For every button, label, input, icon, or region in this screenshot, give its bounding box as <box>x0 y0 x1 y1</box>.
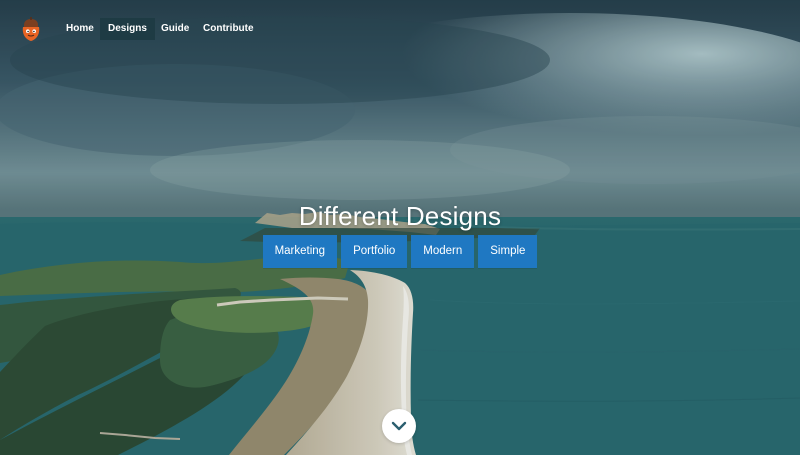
acorn-logo-icon[interactable] <box>18 17 44 43</box>
chevron-down-icon <box>391 421 407 431</box>
top-navigation: Home Designs Guide Contribute <box>0 0 800 56</box>
nav-contribute[interactable]: Contribute <box>195 18 262 40</box>
nav-designs[interactable]: Designs <box>100 18 155 40</box>
scroll-down-button[interactable] <box>382 409 416 443</box>
simple-button[interactable]: Simple <box>478 235 538 268</box>
modern-button[interactable]: Modern <box>411 235 475 268</box>
nav-home[interactable]: Home <box>58 18 102 40</box>
portfolio-button[interactable]: Portfolio <box>341 235 408 268</box>
marketing-button[interactable]: Marketing <box>262 235 338 268</box>
hero-section: Home Designs Guide Contribute Different … <box>0 0 800 455</box>
page-title: Different Designs <box>298 201 502 232</box>
nav-guide[interactable]: Guide <box>153 18 197 40</box>
design-button-group: Marketing Portfolio Modern Simple <box>0 235 800 268</box>
